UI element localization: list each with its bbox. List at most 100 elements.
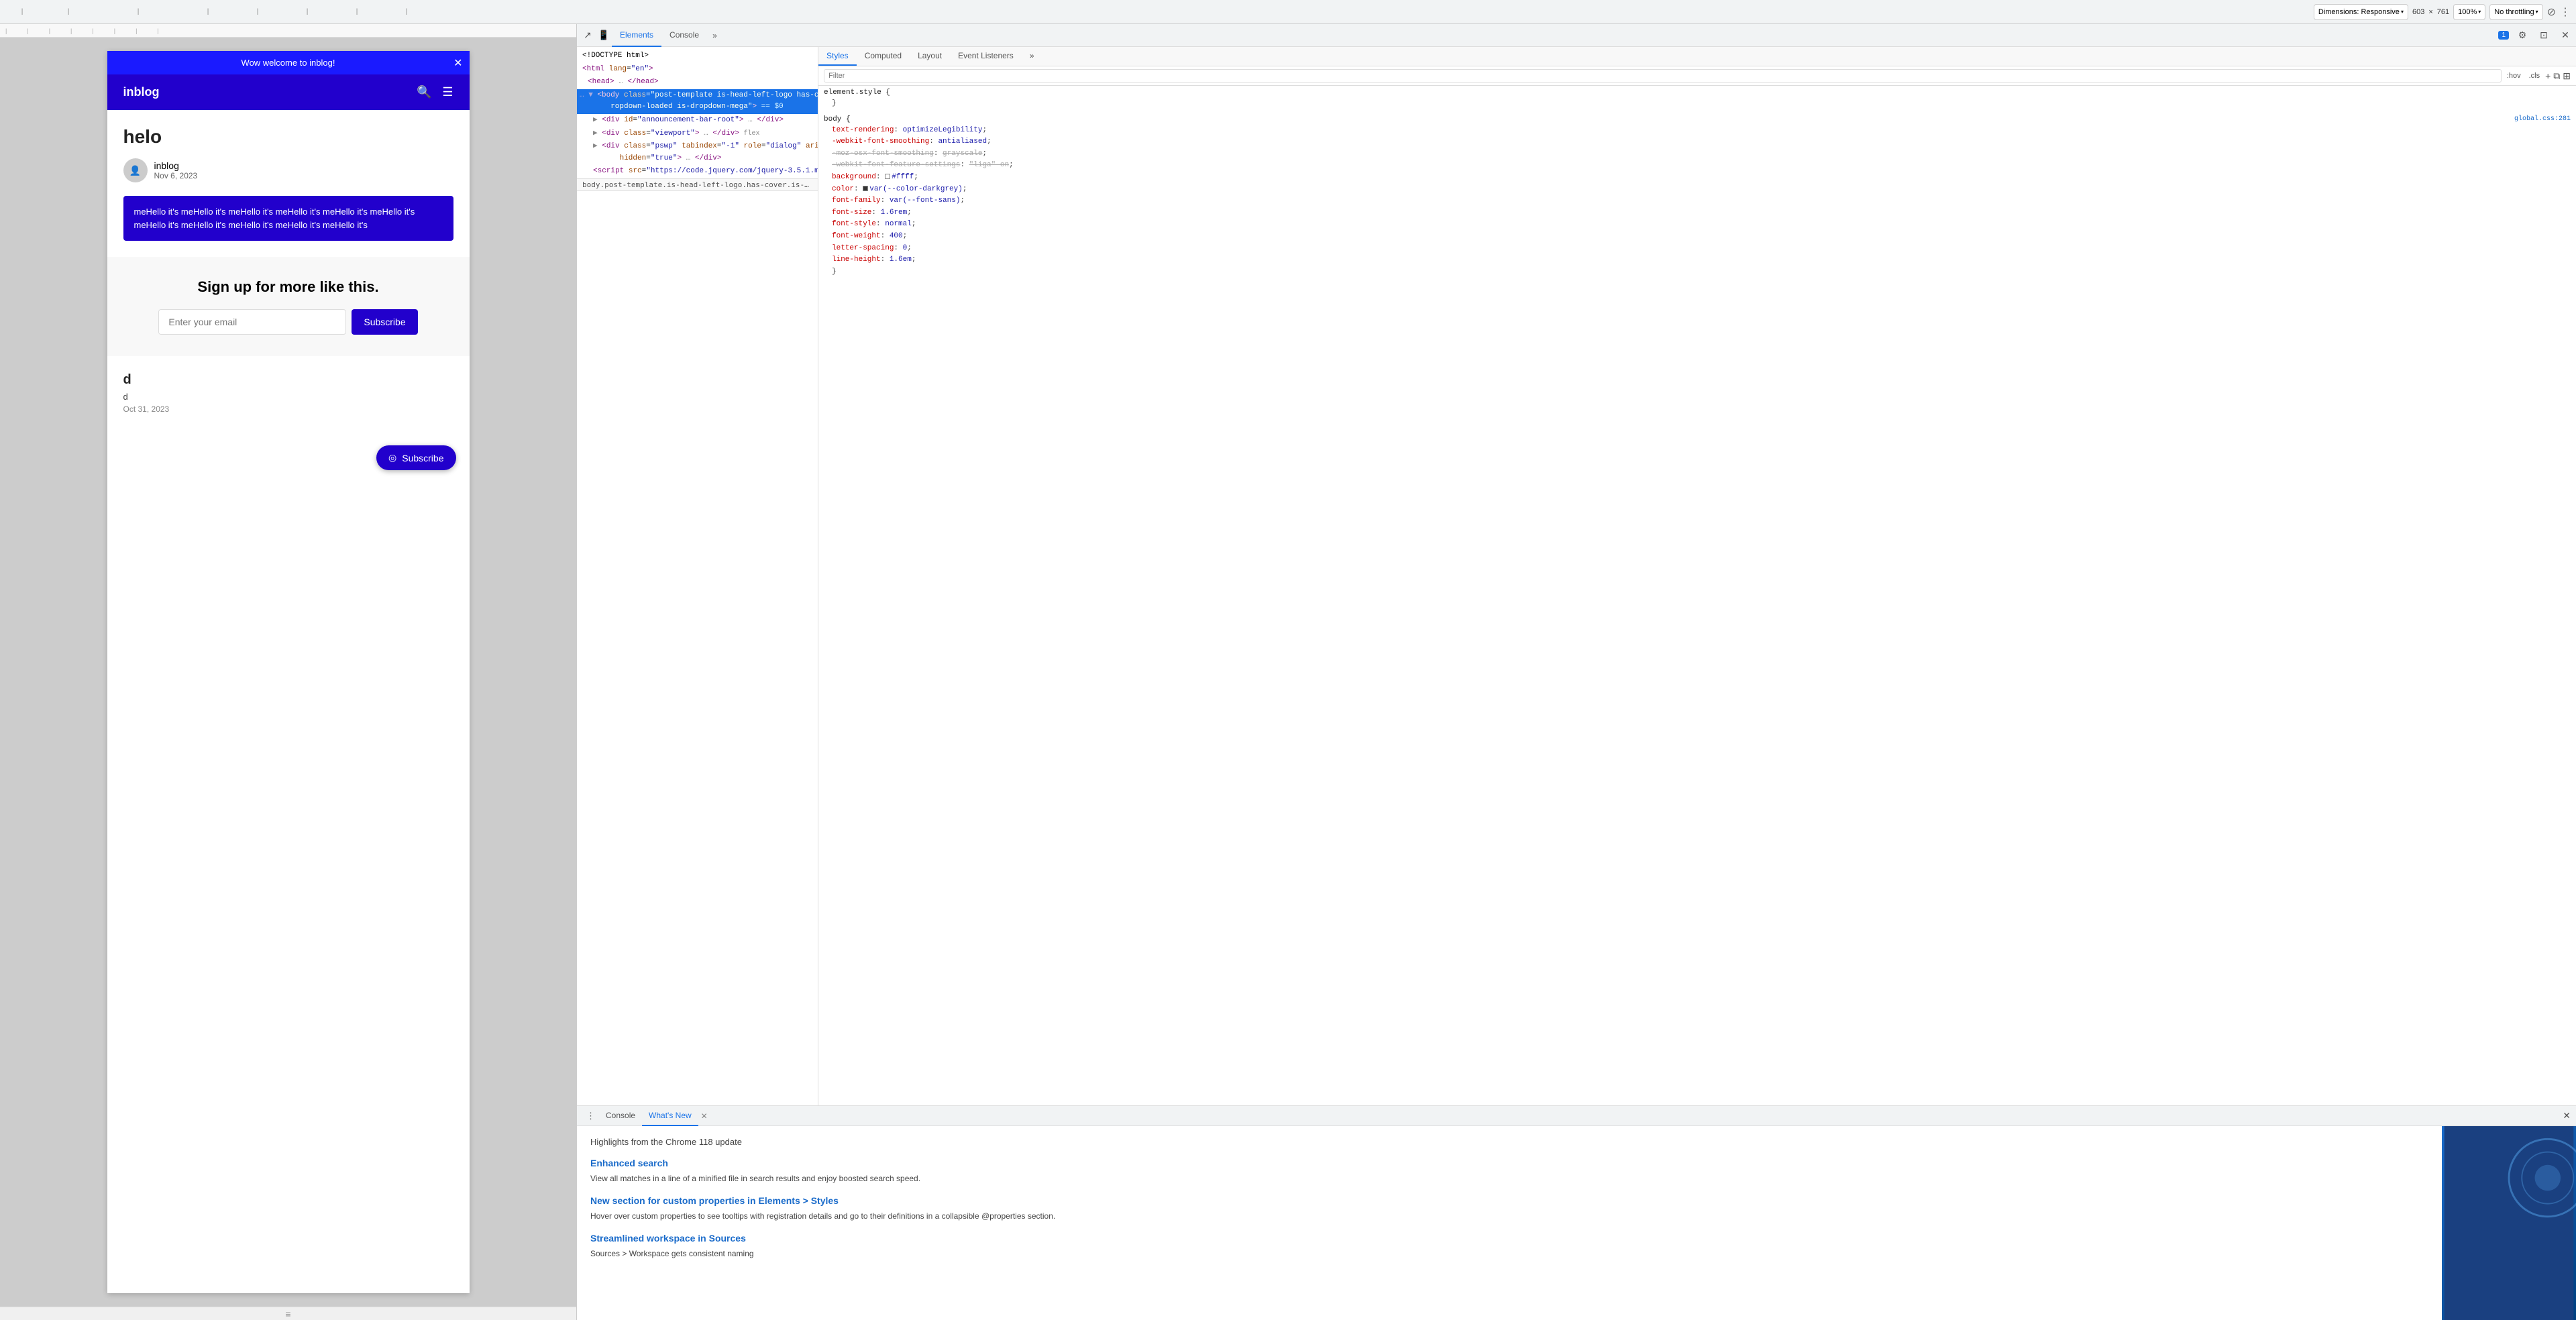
- feature-custom-props-desc: Hover over custom properties to see tool…: [590, 1210, 2428, 1222]
- devtools-tabs: ↗ 📱 Elements Console » 1 ⚙ ⊡ ✕: [577, 24, 2576, 47]
- subscribe-button[interactable]: Subscribe: [352, 309, 417, 335]
- copy-icon[interactable]: ⧉: [2553, 70, 2560, 82]
- signup-form: Subscribe: [123, 309, 453, 335]
- zoom-selector[interactable]: 100% ▾: [2453, 4, 2485, 20]
- styles-tab-event-listeners[interactable]: Event Listeners: [950, 47, 1022, 66]
- author-info: inblog Nov 6, 2023: [154, 160, 198, 180]
- whats-new-content: Highlights from the Chrome 118 update En…: [577, 1126, 2442, 1320]
- dimensions-selector[interactable]: Dimensions: Responsive ▾: [2314, 4, 2408, 20]
- badge: 1: [2498, 31, 2509, 40]
- tab-more[interactable]: »: [707, 31, 722, 40]
- element-style-close: }: [824, 98, 2571, 110]
- bottom-panel-menu-icon[interactable]: ⋮: [582, 1111, 599, 1121]
- bottom-close-panel[interactable]: ✕: [2563, 1110, 2571, 1121]
- zoom-arrow: ▾: [2478, 9, 2481, 15]
- no-touch-icon[interactable]: ⊘: [2547, 5, 2556, 19]
- inspect-style-icon[interactable]: ⊞: [2563, 70, 2571, 82]
- dock-icon[interactable]: ⊡: [2536, 28, 2552, 44]
- add-rule-icon[interactable]: +: [2545, 70, 2551, 81]
- post2-date: Oct 31, 2023: [123, 404, 453, 414]
- styles-tab-computed[interactable]: Computed: [857, 47, 910, 66]
- width-value: 603: [2412, 8, 2424, 16]
- ruler-col1: |: [5, 8, 39, 15]
- bottom-tab-whats-new[interactable]: What's New: [642, 1106, 698, 1126]
- preview-content: Wow welcome to inblog! ✕ inblog 🔍 ☰ helo…: [0, 38, 576, 1307]
- prop-line-height: line-height: 1.6em;: [824, 254, 2571, 266]
- ruler-markers: | | | | | | | |: [5, 8, 433, 15]
- post2-block: d d Oct 31, 2023: [123, 372, 453, 414]
- bottom-panel: ⋮ Console What's New ✕ ✕ Highlights from…: [577, 1105, 2576, 1320]
- feature-enhanced-search-desc: View all matches in a line of a minified…: [590, 1172, 2428, 1185]
- prop-font-size: font-size: 1.6rem;: [824, 207, 2571, 219]
- feature-custom-props-title[interactable]: New section for custom properties in Ele…: [590, 1195, 2428, 1206]
- devtools-toolbar: | | | | | | | | Dimensions: Responsive ▾…: [0, 0, 2576, 24]
- author-avatar: 👤: [123, 158, 148, 182]
- signup-title: Sign up for more like this.: [123, 278, 453, 296]
- search-icon[interactable]: 🔍: [417, 85, 431, 99]
- email-input[interactable]: [158, 309, 346, 335]
- device-icon[interactable]: 📱: [596, 28, 612, 44]
- x-separator: ×: [2428, 8, 2432, 16]
- dimensions-label: Dimensions: Responsive: [2318, 8, 2400, 16]
- main-layout: |||||||| Wow welcome to inblog! ✕ inblog…: [0, 24, 2576, 1320]
- blog-header-icons: 🔍 ☰: [417, 85, 453, 99]
- tab-elements-label: Elements: [620, 30, 653, 40]
- more-options-icon[interactable]: ⋮: [2560, 5, 2571, 19]
- fab-label: Subscribe: [402, 453, 443, 463]
- styles-filter-input[interactable]: [824, 69, 2502, 82]
- devtools-panel: ↗ 📱 Elements Console » 1 ⚙ ⊡ ✕ <!DOCTYPE…: [577, 24, 2576, 1320]
- throttling-selector[interactable]: No throttling ▾: [2489, 4, 2542, 20]
- dom-html: <html lang="en">: [577, 63, 818, 76]
- dom-head[interactable]: <head> … </head>: [577, 76, 818, 89]
- prop-color: color: var(--color-darkgrey);: [824, 184, 2571, 196]
- dom-pswp[interactable]: ▶ <div class="pswp" tabindex="-1" role="…: [577, 140, 818, 165]
- menu-icon[interactable]: ☰: [442, 85, 453, 99]
- blog-site: Wow welcome to inblog! ✕ inblog 🔍 ☰ helo…: [107, 51, 470, 1293]
- settings-icon[interactable]: ⚙: [2514, 28, 2530, 44]
- prop-background: background: #ffff;: [824, 172, 2571, 184]
- styles-tab-more[interactable]: »: [1022, 47, 1042, 66]
- dom-announcement[interactable]: ▶ <div id="announcement-bar-root"> … </d…: [577, 114, 818, 127]
- fab-icon: ◎: [388, 452, 396, 463]
- close-icon[interactable]: ✕: [2557, 28, 2573, 44]
- prop-moz-font-smooth: -moz-osx-font-smoothing: grayscale;: [824, 148, 2571, 160]
- feature-enhanced-search-title[interactable]: Enhanced search: [590, 1158, 2428, 1168]
- styles-tabs: Styles Computed Layout Event Listeners »: [818, 47, 2576, 66]
- feature-workspace-title[interactable]: Streamlined workspace in Sources: [590, 1233, 2428, 1244]
- tab-elements[interactable]: Elements: [612, 24, 661, 47]
- blog-logo: inblog: [123, 85, 160, 99]
- post2-title: d: [123, 372, 453, 388]
- dom-body[interactable]: … ▼ <body class="post-template is-head-l…: [577, 89, 818, 114]
- tab-console[interactable]: Console: [661, 24, 707, 47]
- body-source[interactable]: global.css:281: [2514, 115, 2571, 123]
- element-style-selector: element.style {: [824, 89, 2571, 97]
- tab-console-label: Console: [669, 30, 699, 40]
- resize-handle[interactable]: ≡: [0, 1307, 576, 1320]
- bottom-tab-close[interactable]: ✕: [698, 1111, 710, 1121]
- hov-toggle[interactable]: :hov: [2504, 72, 2524, 80]
- elements-panel: <!DOCTYPE html> <html lang="en"> <head> …: [577, 47, 2576, 1105]
- ruler-col4: |: [181, 8, 235, 15]
- dom-tree: <!DOCTYPE html> <html lang="en"> <head> …: [577, 47, 818, 1105]
- styles-tab-styles[interactable]: Styles: [818, 47, 857, 66]
- ruler-col7: |: [337, 8, 377, 15]
- post1-author-block: 👤 inblog Nov 6, 2023: [123, 158, 453, 182]
- body-rule-close: }: [824, 266, 2571, 278]
- inspect-icon[interactable]: ↗: [580, 28, 596, 44]
- blog-header: inblog 🔍 ☰: [107, 74, 470, 110]
- bottom-tab-console[interactable]: Console: [599, 1106, 642, 1126]
- cls-toggle[interactable]: .cls: [2526, 72, 2543, 80]
- styles-panel: Styles Computed Layout Event Listeners »…: [818, 47, 2576, 1105]
- dom-breadcrumb: body.post-template.is-head-left-logo.has…: [577, 178, 818, 191]
- announcement-close[interactable]: ✕: [453, 56, 462, 70]
- dom-viewport[interactable]: ▶ <div class="viewport"> … </div> flex: [577, 127, 818, 141]
- prop-font-feature: -webkit-font-feature-settings: "liga" on…: [824, 160, 2571, 172]
- bottom-tab-whats-new-label: What's New: [649, 1111, 692, 1120]
- subscribe-fab[interactable]: ◎ Subscribe: [376, 445, 455, 470]
- prop-webkit-font-smooth: -webkit-font-smoothing: antialiased;: [824, 136, 2571, 148]
- styles-tab-layout[interactable]: Layout: [910, 47, 950, 66]
- prop-font-weight: font-weight: 400;: [824, 231, 2571, 243]
- ruler-col2: |: [42, 8, 95, 15]
- bottom-panel-icons: ✕: [2563, 1110, 2571, 1121]
- bottom-panel-tabs: ⋮ Console What's New ✕ ✕: [577, 1106, 2576, 1126]
